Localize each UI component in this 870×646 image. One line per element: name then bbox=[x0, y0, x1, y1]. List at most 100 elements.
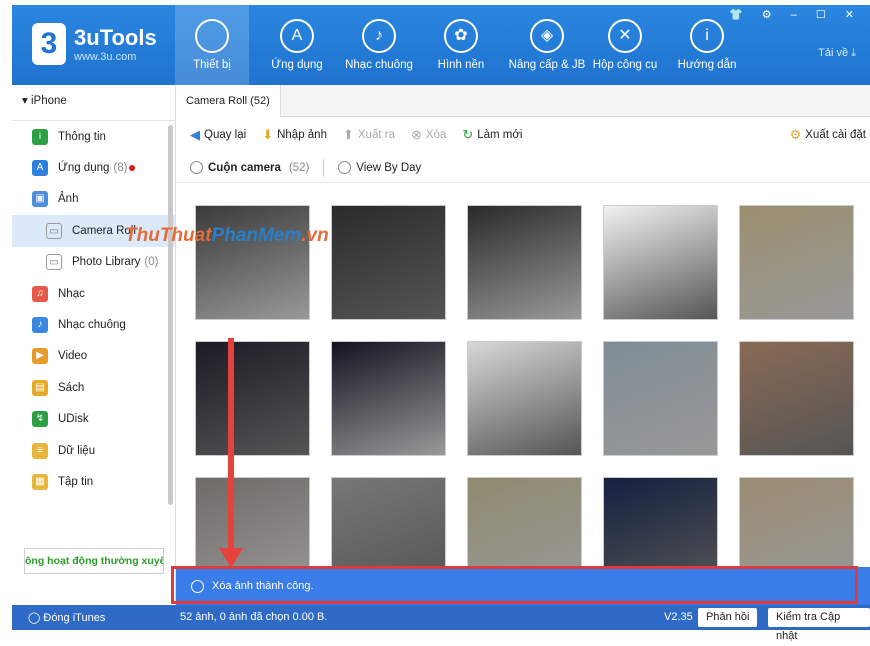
sidebar-item-icon: ▣ bbox=[32, 191, 48, 208]
itunes-toggle[interactable]: ◯ Đóng iTunes bbox=[28, 611, 105, 624]
nav-label: Hộp công cụ bbox=[592, 59, 658, 71]
nav-hinh-nen[interactable]: ✿ Hình nền bbox=[424, 5, 498, 85]
photo-thumbnail[interactable] bbox=[603, 341, 718, 456]
app-window: 3 3uTools www.3u.com Thiết bị A Ứng dụng… bbox=[0, 0, 870, 642]
back-arrow-icon: ◀ bbox=[190, 127, 200, 142]
tools-icon: ✕ bbox=[608, 19, 642, 53]
import-button[interactable]: ⬇ Nhập ảnh bbox=[262, 127, 327, 143]
top-navigation-bar: 3 3uTools www.3u.com Thiết bị A Ứng dụng… bbox=[12, 5, 870, 85]
sidebar-item[interactable]: ♫ Nhạc bbox=[12, 278, 175, 309]
photo-thumbnail[interactable] bbox=[195, 341, 310, 456]
feedback-button[interactable]: Phản hồi bbox=[698, 608, 758, 627]
device-name: iPhone bbox=[30, 95, 67, 107]
sidebar: ▾ iPhone i Thông tin A Ứng dụng (8) ▣ Ảnh ▭ Came… bbox=[12, 85, 176, 605]
annotation-arrow bbox=[228, 338, 234, 553]
photo-thumbnail[interactable] bbox=[331, 205, 446, 320]
sidebar-item-count: (8) bbox=[113, 162, 128, 175]
check-update-button[interactable]: Kiểm tra Cập nhật bbox=[768, 608, 870, 642]
sidebar-scrollbar[interactable] bbox=[168, 125, 173, 505]
nav-nang-cap-jb[interactable]: ◈ Nâng cấp & JB bbox=[507, 5, 587, 85]
sidebar-item[interactable]: ♪ Nhạc chuông bbox=[12, 309, 175, 340]
tab-camera-roll[interactable]: Camera Roll (52) bbox=[176, 85, 281, 117]
sidebar-item[interactable]: ▶ Video bbox=[12, 341, 175, 372]
nav-ung-dung[interactable]: A Ứng dụng bbox=[260, 5, 334, 85]
status-bar: ◯ Đóng iTunes 52 ảnh, 0 ảnh đã chọn 0.00… bbox=[12, 605, 870, 642]
sidebar-item-label: Video bbox=[58, 350, 88, 363]
tab-bar: Camera Roll (52) bbox=[176, 85, 870, 117]
sidebar-item[interactable]: ▤ Sách bbox=[12, 372, 175, 403]
watermark-part-a: ThuThuat bbox=[125, 225, 212, 246]
sidebar-item-icon: ▦ bbox=[32, 473, 48, 490]
device-header[interactable]: ▾ iPhone bbox=[12, 85, 175, 121]
bell-icon: ♪ bbox=[362, 19, 396, 53]
info-icon: i bbox=[690, 19, 724, 53]
sidebar-item-label: Photo Library bbox=[72, 256, 141, 269]
sidebar-item[interactable]: ≡ Dữ liệu bbox=[12, 435, 175, 466]
sidebar-item-label: Tập tin bbox=[58, 475, 94, 488]
photo-thumbnail[interactable] bbox=[467, 205, 582, 320]
download-button[interactable]: Tải về ⤓ bbox=[818, 47, 856, 60]
export-icon: ⬆ bbox=[342, 127, 354, 142]
watermark-part-b: PhanMem bbox=[211, 225, 302, 246]
flower-icon: ✿ bbox=[444, 19, 478, 53]
photo-thumbnail[interactable] bbox=[331, 341, 446, 456]
view-by-day-label: View By Day bbox=[356, 161, 422, 174]
camera-roll-radio[interactable] bbox=[190, 161, 203, 174]
sidebar-item-label: Dữ liệu bbox=[58, 444, 96, 457]
import-icon: ⬇ bbox=[262, 127, 274, 142]
app-url: www.3u.com bbox=[74, 51, 137, 63]
nav-label: Nâng cấp & JB bbox=[508, 59, 586, 71]
sidebar-item-icon: ♪ bbox=[32, 317, 48, 334]
sidebar-item[interactable]: ▦ Tập tin bbox=[12, 466, 175, 497]
sidebar-item-label: Ứng dụng bbox=[58, 162, 110, 175]
photo-thumbnail[interactable] bbox=[739, 341, 854, 456]
photo-thumbnail[interactable] bbox=[467, 341, 582, 456]
sidebar-item-icon: ▭ bbox=[46, 222, 62, 239]
divider bbox=[323, 158, 325, 177]
photo-thumbnail[interactable] bbox=[603, 205, 718, 320]
nav-thiet-bi[interactable]: Thiết bị bbox=[175, 5, 249, 85]
sidebar-item[interactable]: A Ứng dụng (8) bbox=[12, 152, 175, 183]
sidebar-item-icon: ≡ bbox=[32, 442, 48, 459]
watermark-suffix: .vn bbox=[301, 225, 329, 246]
sidebar-item[interactable]: i Thông tin bbox=[12, 121, 175, 152]
nav-nhac-chuong[interactable]: ♪ Nhạc chuông bbox=[342, 5, 416, 85]
sidebar-item[interactable]: ▣ Ảnh bbox=[12, 184, 175, 215]
sidebar-item-label: Ảnh bbox=[58, 193, 79, 206]
export-button[interactable]: ⬆ Xuất ra bbox=[343, 127, 395, 143]
view-filter: Cuộn camera (52) View By Day bbox=[176, 153, 870, 183]
sidebar-item-icon: i bbox=[32, 128, 48, 145]
camera-roll-option-label: Cuộn camera bbox=[208, 161, 281, 174]
annotation-arrowhead bbox=[219, 548, 243, 568]
nav-label: Thiết bị bbox=[193, 59, 231, 71]
sidebar-item-label: Thông tin bbox=[58, 130, 106, 143]
gear-icon: ⚙ bbox=[789, 127, 802, 142]
sidebar-item-label: Sách bbox=[58, 381, 85, 394]
apple-icon bbox=[195, 19, 229, 53]
version-label: V2.35 bbox=[664, 611, 693, 623]
view-by-day-radio[interactable] bbox=[338, 161, 352, 174]
refresh-icon: ↻ bbox=[462, 127, 474, 142]
sidebar-item-label: Nhạc chuông bbox=[58, 319, 126, 332]
sidebar-item-icon: ▭ bbox=[46, 254, 62, 271]
back-button[interactable]: ◀ Quay lại bbox=[190, 127, 246, 143]
photo-thumbnail[interactable] bbox=[195, 205, 310, 320]
delete-label: Xóa bbox=[425, 129, 447, 141]
delete-button[interactable]: ⊗ Xóa bbox=[411, 127, 446, 143]
sidebar-item[interactable]: ↯ UDisk bbox=[12, 404, 175, 435]
dropbox-icon: ◈ bbox=[530, 19, 564, 53]
refresh-button[interactable]: ↻ Làm mới bbox=[462, 127, 522, 143]
nav-label: Nhạc chuông bbox=[345, 59, 413, 71]
app-logo-icon: 3 bbox=[32, 23, 66, 65]
sidebar-item-label: Nhạc bbox=[58, 287, 85, 300]
refresh-label: Làm mới bbox=[477, 129, 523, 141]
sidebar-item-icon: A bbox=[32, 160, 48, 177]
sidebar-item[interactable]: ▭ Photo Library (0) bbox=[12, 247, 175, 278]
sidebar-item-icon: ♫ bbox=[32, 285, 48, 302]
photo-thumbnail[interactable] bbox=[739, 205, 854, 320]
notification-dot bbox=[129, 165, 136, 172]
nav-hop-cong-cu[interactable]: ✕ Hộp công cụ bbox=[588, 5, 662, 85]
ad-banner[interactable]: ông hoạt động thường xuyê bbox=[24, 548, 164, 574]
export-settings-button[interactable]: ⚙ Xuất cài đặt bbox=[790, 127, 866, 143]
window-controls[interactable]: 👕 ⚙ – ☐ ✕ bbox=[729, 8, 862, 21]
